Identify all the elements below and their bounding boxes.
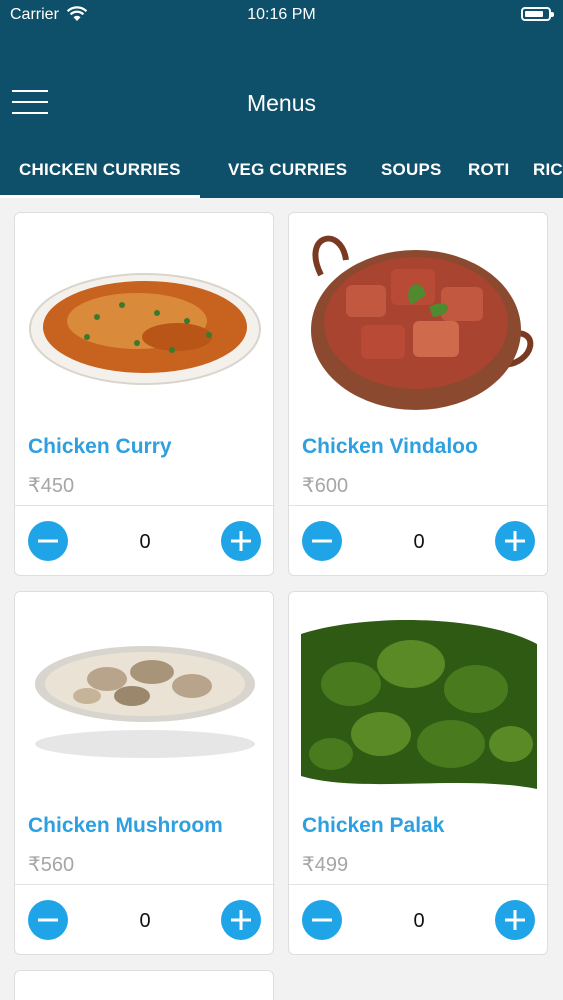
tab-chicken-curries[interactable]: CHICKEN CURRIES [19, 160, 181, 180]
app-header: Carrier 10:16 PM Menus CHICKEN CURRIES V… [0, 0, 563, 198]
vindaloo-kadai-image [301, 225, 537, 415]
quantity-value: 0 [413, 910, 425, 932]
item-price: ₹600 [302, 475, 349, 497]
quantity-value: 0 [139, 531, 151, 553]
decrease-quantity-button[interactable] [28, 521, 68, 561]
menu-grid: Chicken Curry ₹450 0 Chicken Vindaloo ₹6… [0, 198, 563, 1000]
increase-quantity-button[interactable] [495, 521, 535, 561]
item-price: ₹560 [28, 854, 75, 876]
minus-icon [312, 539, 332, 543]
menu-item-card[interactable]: Chicken Mushroom ₹560 0 [14, 591, 275, 955]
plus-icon [505, 910, 525, 930]
page-title: Menus [246, 90, 317, 116]
menu-item-card[interactable]: Chicken Palak ₹499 0 [288, 591, 549, 955]
status-bar: Carrier 10:16 PM [0, 0, 563, 30]
decrease-quantity-button[interactable] [28, 900, 68, 940]
quantity-value: 0 [413, 531, 425, 553]
tab-veg-curries[interactable]: VEG CURRIES [228, 160, 347, 180]
quantity-value: 0 [139, 910, 151, 932]
minus-icon [312, 918, 332, 922]
divider [15, 505, 275, 506]
divider [289, 505, 549, 506]
mushroom-bowl-image [27, 604, 263, 794]
chicken-curry-plate-image [27, 225, 263, 415]
divider [289, 884, 549, 885]
menu-item-card-partial[interactable] [14, 970, 274, 1000]
menu-item-card[interactable]: Chicken Vindaloo ₹600 0 [288, 212, 549, 576]
minus-icon [38, 918, 58, 922]
status-time: 10:16 PM [247, 6, 316, 23]
plus-icon [505, 531, 525, 551]
battery-icon [521, 7, 554, 21]
tab-soups[interactable]: SOUPS [381, 160, 442, 180]
increase-quantity-button[interactable] [221, 900, 261, 940]
item-name: Chicken Vindaloo [302, 435, 478, 458]
tab-rice[interactable]: RIC [533, 160, 563, 180]
menu-item-card[interactable]: Chicken Curry ₹450 0 [14, 212, 275, 576]
decrease-quantity-button[interactable] [302, 521, 342, 561]
item-price: ₹450 [28, 475, 75, 497]
item-name: Chicken Mushroom [28, 814, 223, 837]
tab-roti[interactable]: ROTI [468, 160, 509, 180]
increase-quantity-button[interactable] [221, 521, 261, 561]
item-name: Chicken Palak [302, 814, 445, 837]
palak-curry-image [301, 604, 537, 794]
minus-icon [38, 539, 58, 543]
divider [15, 884, 275, 885]
item-name: Chicken Curry [28, 435, 172, 458]
decrease-quantity-button[interactable] [302, 900, 342, 940]
plus-icon [231, 910, 251, 930]
category-tabs: CHICKEN CURRIES VEG CURRIES SOUPS ROTI R… [0, 150, 563, 198]
item-price: ₹499 [302, 854, 349, 876]
increase-quantity-button[interactable] [495, 900, 535, 940]
plus-icon [231, 531, 251, 551]
